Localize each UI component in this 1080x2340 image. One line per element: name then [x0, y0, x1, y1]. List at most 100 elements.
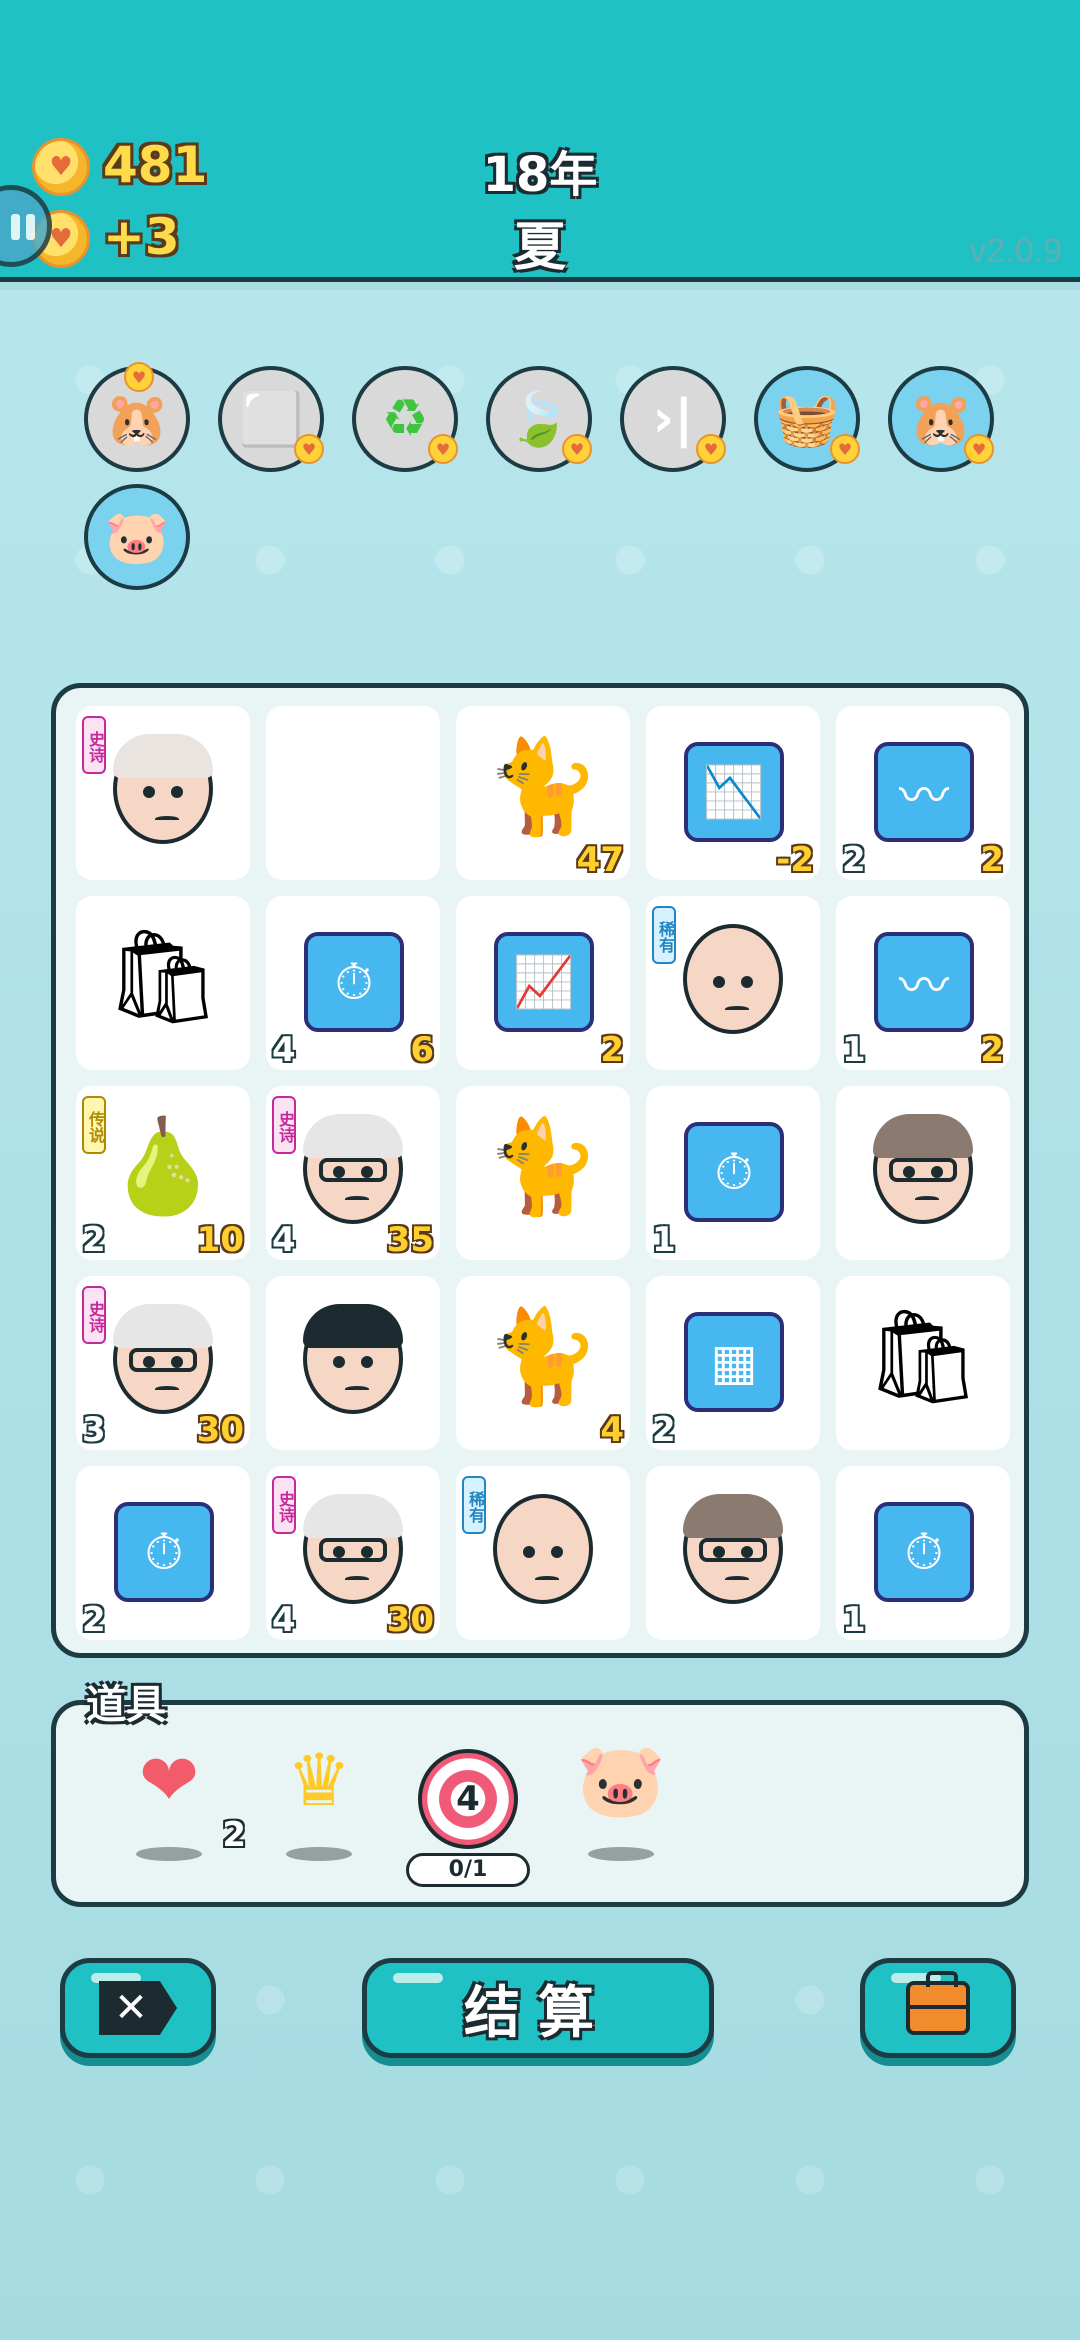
grandpa-face-icon: [303, 1114, 403, 1224]
stopwatch-icon: ⏱: [684, 1122, 784, 1222]
board-cell[interactable]: 稀有: [456, 1466, 630, 1640]
cell-value: 30: [196, 1410, 244, 1450]
cell-value: 30: [386, 1600, 434, 1640]
cell-counter: 4: [272, 1220, 296, 1260]
garbage-bag-icon: 🛍: [864, 1303, 982, 1410]
board-cell[interactable]: 史诗 3 30: [76, 1276, 250, 1450]
item-crown[interactable]: ♛: [264, 1735, 374, 1875]
inventory-button[interactable]: [860, 1958, 1016, 2058]
version-label: v2.0.9: [969, 232, 1062, 270]
piggy-bank-icon[interactable]: 🐷: [84, 484, 190, 590]
board-cell[interactable]: 📈 2: [456, 896, 630, 1070]
item-piggy-bank[interactable]: 🐷: [566, 1735, 676, 1875]
cell-counter: 2: [82, 1220, 106, 1260]
board-cell[interactable]: 🛍: [836, 1276, 1010, 1450]
board-cell[interactable]: 〰 2 2: [836, 706, 1010, 880]
stopwatch-icon: ⏱: [114, 1502, 214, 1602]
cat-icon: 🐈: [485, 733, 601, 840]
stopwatch-icon: ⏱: [874, 1502, 974, 1602]
close-icon: ✕: [99, 1981, 177, 2035]
target-icon[interactable]: 4: [418, 1749, 518, 1849]
stopwatch-icon: ⏱: [304, 932, 404, 1032]
glasses-man-face-icon: [873, 1114, 973, 1224]
settle-label: 结算: [464, 1980, 612, 2046]
exit-button[interactable]: ✕: [60, 1958, 216, 2058]
rarity-tag: 史诗: [272, 1096, 296, 1154]
cell-value: 35: [386, 1220, 434, 1260]
cell-counter: 2: [842, 840, 866, 880]
glasses-man-face-icon: [683, 1494, 783, 1604]
tofu-cubes-icon[interactable]: ⬜ ♥: [218, 366, 324, 472]
leaf-icon[interactable]: 🍃 ♥: [486, 366, 592, 472]
target-value: 4: [456, 1779, 480, 1819]
rarity-tag: 稀有: [652, 906, 676, 964]
hamster-icon[interactable]: 🐹 ♥: [888, 366, 994, 472]
board-cell[interactable]: 史诗: [76, 706, 250, 880]
board-cell[interactable]: 🍐 传说 2 10: [76, 1086, 250, 1260]
garbage-bag-icon: 🛍: [104, 923, 222, 1030]
board-cell[interactable]: ⏱ 4 6: [266, 896, 440, 1070]
board-cell[interactable]: 史诗 4 30: [266, 1466, 440, 1640]
piggy-bank-icon: 🐷: [576, 1738, 666, 1822]
board-cell[interactable]: ⏱ 1: [646, 1086, 820, 1260]
cell-value: 2: [980, 840, 1004, 880]
young-man-face-icon: [303, 1304, 403, 1414]
liver-count: 2: [222, 1815, 246, 1855]
skip-forward-icon[interactable]: ›| ♥: [620, 366, 726, 472]
board-cell[interactable]: 🐈 4: [456, 1276, 630, 1450]
board-cell[interactable]: [266, 1276, 440, 1450]
items-title: 道具: [86, 1682, 166, 1728]
board-cell[interactable]: 〰 1 2: [836, 896, 1010, 1070]
item-liver[interactable]: ❤ 2: [114, 1735, 246, 1875]
board-cell[interactable]: 🐈 47: [456, 706, 630, 880]
year-label: 18年: [482, 147, 598, 203]
cell-counter: 2: [82, 1600, 106, 1640]
board-cell[interactable]: 🐈: [456, 1086, 630, 1260]
cell-value: 2: [980, 1030, 1004, 1070]
cell-value: 6: [410, 1030, 434, 1070]
cell-counter: 4: [272, 1600, 296, 1640]
board-cell[interactable]: ⏱ 1: [836, 1466, 1010, 1640]
gold-bars-icon: ▦: [684, 1312, 784, 1412]
briefcase-icon: [906, 1971, 970, 2035]
target-uses: 0/1: [406, 1853, 530, 1887]
board-cell[interactable]: [266, 706, 440, 880]
rarity-tag: 史诗: [82, 716, 106, 774]
cell-value: 10: [196, 1220, 244, 1260]
recycle-arrows-icon[interactable]: ♻ ♥: [352, 366, 458, 472]
board-cell[interactable]: 📉 -2: [646, 706, 820, 880]
grandpa-face-icon: [303, 1494, 403, 1604]
chart-up-icon: 📈: [494, 932, 594, 1032]
board-cell[interactable]: 稀有: [646, 896, 820, 1070]
board-cell[interactable]: [836, 1086, 1010, 1260]
fruit-basket-icon[interactable]: 🧺 ♥: [754, 366, 860, 472]
board-cell[interactable]: 🛍: [76, 896, 250, 1070]
grandpa-face-icon: [113, 1304, 213, 1414]
settle-button[interactable]: 结算: [362, 1958, 714, 2058]
bald-man-face-icon: [493, 1494, 593, 1604]
rarity-tag: 史诗: [272, 1476, 296, 1534]
cell-value: 47: [576, 840, 624, 880]
liver-icon: ❤: [138, 1738, 200, 1822]
cell-value: -2: [776, 840, 814, 880]
trend-icon: 〰: [874, 932, 974, 1032]
trend-icon: 〰: [874, 742, 974, 842]
cell-value: 4: [600, 1410, 624, 1450]
board-cell[interactable]: ▦ 2: [646, 1276, 820, 1450]
cell-value: 2: [600, 1030, 624, 1070]
cell-counter: 4: [272, 1030, 296, 1070]
board-cell[interactable]: ⏱ 2: [76, 1466, 250, 1640]
cell-counter: 1: [842, 1030, 866, 1070]
board-cell[interactable]: [646, 1466, 820, 1640]
old-man-face-icon: [113, 734, 213, 844]
hamster-pair-icon[interactable]: 🐹 ♥: [84, 362, 190, 472]
top-bar: ♥ 481 ♥ +3 18年 夏 v2.0.9: [0, 0, 1080, 282]
rarity-tag: 史诗: [82, 1286, 106, 1344]
rarity-tag: 传说: [82, 1096, 106, 1154]
cell-counter: 1: [652, 1220, 676, 1260]
chart-down-icon: 📉: [684, 742, 784, 842]
board-cell[interactable]: 史诗 4 35: [266, 1086, 440, 1260]
cat-icon: 🐈: [485, 1303, 601, 1410]
season-label: 夏: [513, 218, 566, 278]
crown-icon: ♛: [286, 1738, 352, 1822]
